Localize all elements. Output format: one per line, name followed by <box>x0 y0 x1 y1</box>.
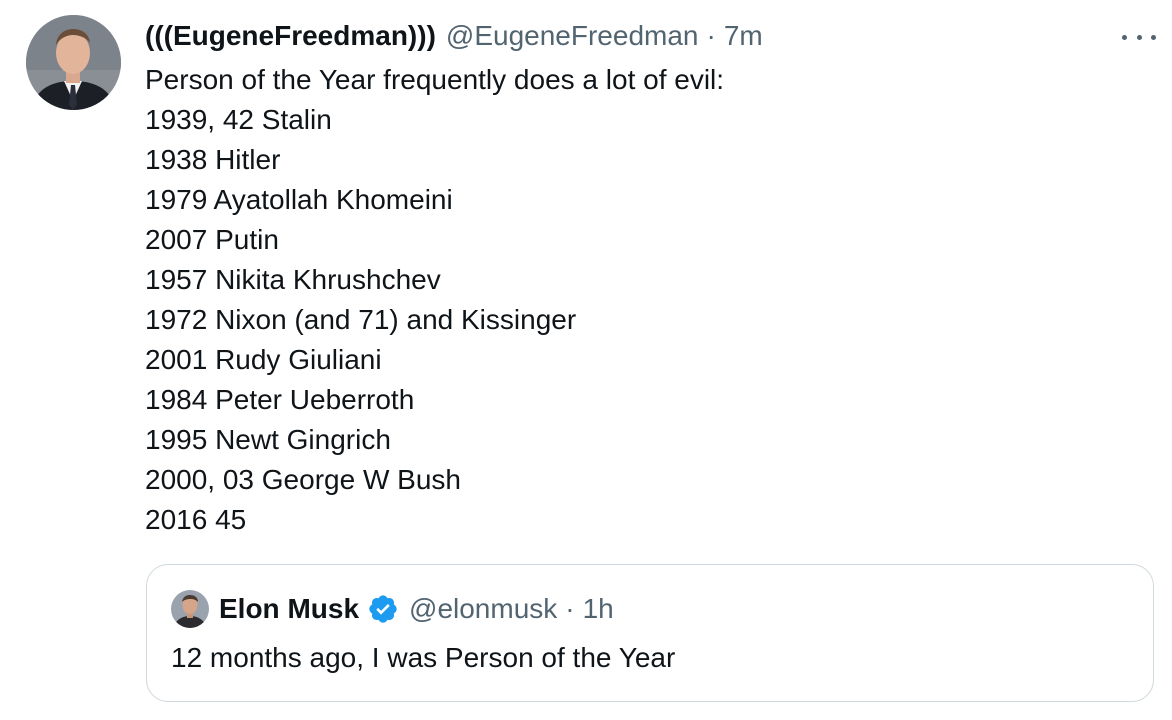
quoted-header-separator: · <box>565 593 575 624</box>
tweet-text-line: 1972 Nixon (and 71) and Kissinger <box>145 304 577 335</box>
tweet-text-line: 2000, 03 George W Bush <box>145 464 461 495</box>
tweet-text-line: 2007 Putin <box>145 224 279 255</box>
quoted-author-avatar <box>171 590 209 628</box>
tweet-text-line: 1938 Hitler <box>145 144 281 175</box>
tweet-header: (((EugeneFreedman))) @EugeneFreedman · 7… <box>145 16 763 56</box>
quoted-author-display-name: Elon Musk <box>219 593 360 624</box>
tweet-text-line: 1995 Newt Gingrich <box>145 424 391 455</box>
more-horizontal-icon[interactable] <box>1122 26 1156 48</box>
quoted-author-handle: @elonmusk <box>409 593 558 624</box>
tweet-text-line: 1957 Nikita Khrushchev <box>145 264 441 295</box>
tweet-text-line: Person of the Year frequently does a lot… <box>145 64 725 95</box>
quoted-tweet-header: Elon Musk @elonmusk · 1h <box>219 589 614 629</box>
author-display-name[interactable]: (((EugeneFreedman))) <box>145 16 436 56</box>
tweet-text-line: 2001 Rudy Giuliani <box>145 344 382 375</box>
tweet-text-line: 1939, 42 Stalin <box>145 104 332 135</box>
header-separator: · <box>706 20 716 51</box>
tweet-text: Person of the Year frequently does a lot… <box>145 60 724 540</box>
tweet-text-line: 2016 45 <box>145 504 247 535</box>
quoted-tweet-timestamp: 1h <box>582 593 614 624</box>
verified-badge-icon <box>367 593 399 625</box>
author-avatar[interactable] <box>26 15 121 110</box>
tweet-text-line: 1979 Ayatollah Khomeini <box>145 184 453 215</box>
tweet[interactable]: (((EugeneFreedman))) @EugeneFreedman · 7… <box>0 0 1172 720</box>
quoted-tweet-text: 12 months ago, I was Person of the Year <box>171 642 676 673</box>
tweet-timestamp[interactable]: 7m <box>724 16 763 56</box>
quoted-tweet[interactable]: Elon Musk @elonmusk · 1h 12 months ago, … <box>146 564 1154 702</box>
tweet-text-line: 1984 Peter Ueberroth <box>145 384 415 415</box>
author-handle[interactable]: @EugeneFreedman <box>446 16 699 56</box>
